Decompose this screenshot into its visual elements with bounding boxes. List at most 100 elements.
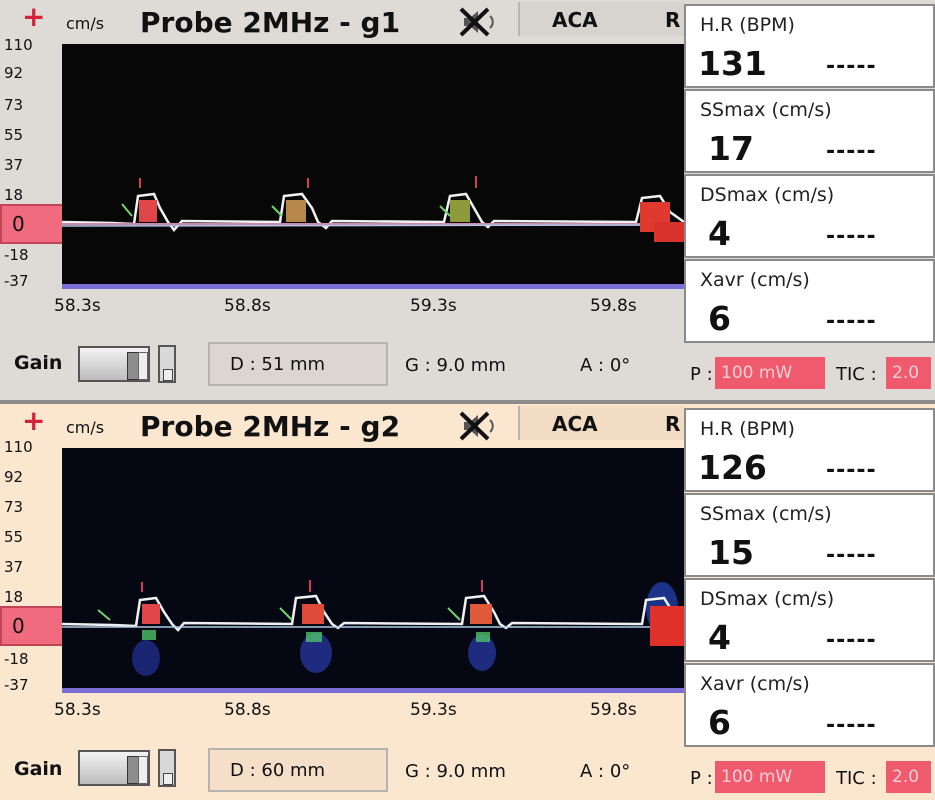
velocity-unit: cm/s <box>66 14 105 33</box>
x-tick: 59.8s <box>590 296 637 316</box>
angle-value: A : 0° <box>580 761 631 782</box>
metric-label: SSmax (cm/s) <box>700 99 832 121</box>
y-tick: 73 <box>4 498 24 516</box>
power-value[interactable]: 100 mW <box>715 761 825 793</box>
x-tick: 59.3s <box>410 700 457 720</box>
doppler-spectrum <box>61 44 685 289</box>
y-tick: -37 <box>4 676 29 694</box>
angle-value: A : 0° <box>580 355 631 376</box>
metric-value: 4 <box>708 618 731 657</box>
metric-dash: ----- <box>826 458 877 483</box>
doppler-panel-g2: + cm/s Probe 2MHz - g2 ACA R 110 92 73 5… <box>0 400 935 800</box>
gain-slider[interactable] <box>78 346 150 382</box>
metric-dash: ----- <box>826 543 877 568</box>
zero-label: 0 <box>12 614 25 638</box>
depth-value: D : 60 mm <box>230 760 326 781</box>
tab-aca[interactable]: ACA <box>552 8 598 32</box>
y-tick: 18 <box>4 186 24 204</box>
y-tick: -37 <box>4 272 29 290</box>
panel-header: + cm/s Probe 2MHz - g1 ACA R <box>0 0 685 44</box>
gain-toggle[interactable] <box>158 345 176 383</box>
metric-label: SSmax (cm/s) <box>700 503 832 525</box>
vessel-tab-bar <box>518 2 685 36</box>
doppler-spectrum <box>61 448 685 693</box>
metric-card-xavr: Xavr (cm/s) 6 ----- <box>684 259 935 343</box>
metric-card-hr: H.R (BPM) 131 ----- <box>684 4 935 88</box>
depth-field[interactable]: D : 51 mm <box>208 342 388 386</box>
metric-dash: ----- <box>826 54 877 79</box>
metric-value: 6 <box>708 703 731 742</box>
tic-label: TIC : <box>836 768 877 789</box>
x-tick: 59.3s <box>410 296 457 316</box>
x-tick: 59.8s <box>590 700 637 720</box>
metric-value: 15 <box>708 533 754 572</box>
probe-title: Probe 2MHz - g1 <box>140 6 401 39</box>
y-tick: -18 <box>4 650 29 668</box>
gate-value: G : 9.0 mm <box>405 355 506 376</box>
metric-dash: ----- <box>826 628 877 653</box>
gain-label: Gain <box>14 352 63 374</box>
tic-value[interactable]: 2.0 <box>886 357 931 389</box>
metric-label: DSmax (cm/s) <box>700 588 835 610</box>
mute-icon[interactable] <box>458 6 494 42</box>
vessel-tab-bar <box>518 406 685 440</box>
zero-baseline-marker[interactable] <box>0 606 66 646</box>
x-tick: 58.3s <box>54 296 101 316</box>
gain-label: Gain <box>14 758 63 780</box>
metric-card-ssmax: SSmax (cm/s) 15 ----- <box>684 493 935 577</box>
metric-label: Xavr (cm/s) <box>700 673 810 695</box>
metric-card-xavr: Xavr (cm/s) 6 ----- <box>684 663 935 747</box>
metric-value: 6 <box>708 299 731 338</box>
y-tick: 55 <box>4 528 24 546</box>
tic-label: TIC : <box>836 364 877 385</box>
tab-side[interactable]: R <box>665 412 680 436</box>
metric-label: DSmax (cm/s) <box>700 184 835 206</box>
y-tick: 92 <box>4 468 24 486</box>
power-value[interactable]: 100 mW <box>715 357 825 389</box>
metric-card-dsmax: DSmax (cm/s) 4 ----- <box>684 578 935 662</box>
zero-label: 0 <box>12 212 25 236</box>
metric-label: H.R (BPM) <box>700 14 795 36</box>
y-tick: 18 <box>4 588 24 606</box>
y-tick: -18 <box>4 246 29 264</box>
metric-card-dsmax: DSmax (cm/s) 4 ----- <box>684 174 935 258</box>
y-tick: 55 <box>4 126 24 144</box>
metric-dash: ----- <box>826 309 877 334</box>
plus-icon[interactable]: + <box>22 3 45 31</box>
metric-card-ssmax: SSmax (cm/s) 17 ----- <box>684 89 935 173</box>
metric-dash: ----- <box>826 224 877 249</box>
metric-value: 126 <box>698 448 767 487</box>
metric-label: Xavr (cm/s) <box>700 269 810 291</box>
depth-value: D : 51 mm <box>230 354 326 375</box>
tab-aca[interactable]: ACA <box>552 412 598 436</box>
gain-slider[interactable] <box>78 750 150 786</box>
doppler-panel-g1: + cm/s Probe 2MHz - g1 ACA R 110 92 73 5… <box>0 0 935 400</box>
metric-card-hr: H.R (BPM) 126 ----- <box>684 408 935 492</box>
gain-toggle[interactable] <box>158 749 176 787</box>
gate-value: G : 9.0 mm <box>405 761 506 782</box>
velocity-unit: cm/s <box>66 418 105 437</box>
x-tick: 58.3s <box>54 700 101 720</box>
mute-icon[interactable] <box>458 410 494 446</box>
metric-value: 131 <box>698 44 767 83</box>
tab-side[interactable]: R <box>665 8 680 32</box>
metric-value: 17 <box>708 129 754 168</box>
zero-baseline-marker[interactable] <box>0 204 66 244</box>
metric-value: 4 <box>708 214 731 253</box>
y-tick: 37 <box>4 156 24 174</box>
x-tick: 58.8s <box>224 700 271 720</box>
metric-dash: ----- <box>826 139 877 164</box>
y-tick: 110 <box>4 438 33 456</box>
y-tick: 73 <box>4 96 24 114</box>
metric-dash: ----- <box>826 713 877 738</box>
depth-field[interactable]: D : 60 mm <box>208 748 388 792</box>
x-tick: 58.8s <box>224 296 271 316</box>
plus-icon[interactable]: + <box>22 407 45 435</box>
metric-label: H.R (BPM) <box>700 418 795 440</box>
tic-value[interactable]: 2.0 <box>886 761 931 793</box>
y-tick: 92 <box>4 64 24 82</box>
power-label: P : <box>690 364 713 385</box>
power-label: P : <box>690 768 713 789</box>
probe-title: Probe 2MHz - g2 <box>140 410 401 443</box>
y-tick: 110 <box>4 36 33 54</box>
